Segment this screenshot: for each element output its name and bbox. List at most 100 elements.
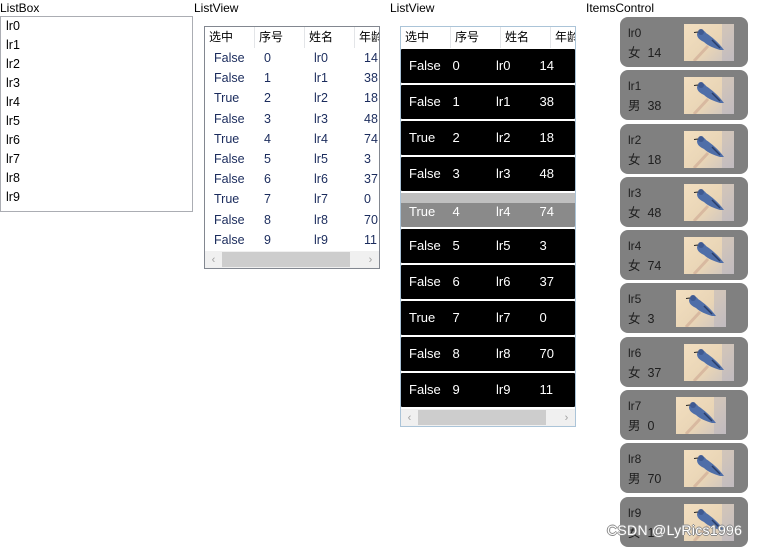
table-row[interactable]: False 0 lr0 14 xyxy=(205,48,379,68)
person-sex-age: 男 70 xyxy=(628,468,661,487)
bird-photo-icon xyxy=(684,183,734,221)
bird-photo-icon xyxy=(684,237,734,275)
cell-age: 48 xyxy=(364,111,378,126)
scroll-left-icon[interactable]: ‹ xyxy=(401,412,418,424)
person-age: 37 xyxy=(647,365,662,380)
scroll-right-icon[interactable]: › xyxy=(362,254,379,266)
scroll-right-icon[interactable]: › xyxy=(558,412,575,424)
table-row[interactable]: False 8 lr8 70 xyxy=(205,210,379,230)
table-row[interactable]: False 1 lr1 38 xyxy=(205,68,379,88)
person-card: lr0 女 14 xyxy=(620,17,748,67)
listbox-item[interactable]: lr7 xyxy=(1,150,192,169)
person-sex: 女 xyxy=(628,46,641,60)
person-name: lr1 xyxy=(628,79,642,94)
listbox-item[interactable]: lr9 xyxy=(1,188,192,207)
person-age: 74 xyxy=(647,259,662,274)
column-header-selected[interactable]: 选中 xyxy=(205,27,255,48)
table-row[interactable]: False 6 lr6 37 xyxy=(205,169,379,189)
person-age: 48 xyxy=(647,205,662,220)
cell-age: 37 xyxy=(364,172,378,187)
table-row[interactable]: True 2 lr2 18 xyxy=(401,121,575,155)
table-row[interactable]: True 4 lr4 74 xyxy=(205,129,379,149)
person-card: lr7 男 0 xyxy=(620,390,748,441)
cell-index: 3 xyxy=(452,166,460,181)
listbox-item[interactable]: lr3 xyxy=(1,74,192,93)
table-row[interactable]: False 6 lr6 37 xyxy=(401,265,575,299)
listview1-label: ListView xyxy=(194,1,239,15)
listbox-item[interactable]: lr0 xyxy=(1,17,192,36)
cell-selected: True xyxy=(409,204,436,219)
cell-name: lr4 xyxy=(314,131,328,146)
table-row[interactable]: False 3 lr3 48 xyxy=(401,157,575,191)
cell-index: 2 xyxy=(264,91,271,106)
cell-selected: True xyxy=(214,131,240,146)
person-sex: 女 xyxy=(628,365,641,380)
listview2-label: ListView xyxy=(390,1,435,15)
table-row[interactable]: True 2 lr2 18 xyxy=(205,88,379,108)
column-header-name[interactable]: 姓名 xyxy=(501,27,551,48)
listview-styled[interactable]: 选中 序号 姓名 年龄 False0lr014False1lr138True2l… xyxy=(400,26,576,427)
cell-name: lr0 xyxy=(314,51,328,65)
listbox-item[interactable]: lr4 xyxy=(1,93,192,112)
listbox-item[interactable]: lr6 xyxy=(1,131,192,150)
person-name: lr4 xyxy=(628,239,642,254)
cell-index: 4 xyxy=(452,204,460,219)
cell-index: 1 xyxy=(264,71,271,86)
cell-selected: False xyxy=(409,166,441,181)
table-row[interactable]: False 5 lr5 3 xyxy=(205,149,379,169)
listbox-item[interactable]: lr5 xyxy=(1,112,192,131)
horizontal-scrollbar[interactable]: ‹ › xyxy=(205,251,379,268)
cell-age: 38 xyxy=(539,94,554,109)
cell-selected: False xyxy=(214,151,245,166)
person-name: lr0 xyxy=(628,26,642,40)
cell-age: 11 xyxy=(539,382,554,397)
cell-age: 14 xyxy=(539,58,554,73)
scrollbar-thumb[interactable] xyxy=(418,410,546,425)
column-header-name[interactable]: 姓名 xyxy=(305,27,355,48)
column-header-age[interactable]: 年龄 xyxy=(355,27,379,48)
column-header-index[interactable]: 序号 xyxy=(255,27,305,48)
person-sex-age: 女 74 xyxy=(628,255,661,274)
table-row[interactable]: False 9 lr9 11 xyxy=(401,373,575,407)
cell-index: 7 xyxy=(452,310,460,325)
listbox-item[interactable]: lr8 xyxy=(1,169,192,188)
table-row[interactable]: False 8 lr8 70 xyxy=(401,337,575,371)
table-row[interactable]: False 3 lr3 48 xyxy=(205,109,379,129)
person-age: 70 xyxy=(647,472,662,487)
table-row[interactable]: False 1 lr1 38 xyxy=(401,85,575,119)
cell-name: lr0 xyxy=(496,58,511,73)
column-header-age[interactable]: 年龄 xyxy=(551,27,575,48)
cell-name: lr4 xyxy=(496,204,511,219)
cell-name: lr7 xyxy=(496,310,511,325)
scrollbar-thumb[interactable] xyxy=(222,252,350,267)
bird-photo-icon xyxy=(684,130,734,168)
itemscontrol-label: ItemsControl xyxy=(586,1,655,15)
column-header-selected[interactable]: 选中 xyxy=(401,27,451,48)
table-row[interactable]: False 5 lr5 3 xyxy=(401,229,575,263)
horizontal-scrollbar[interactable]: ‹ › xyxy=(401,409,575,426)
table-row[interactable]: True 4 lr4 74 xyxy=(401,193,575,227)
cell-age: 3 xyxy=(539,238,547,253)
person-card: lr1 男 38 xyxy=(620,70,748,121)
table-row[interactable]: False 9 lr9 11 xyxy=(205,230,379,250)
cell-index: 9 xyxy=(264,232,271,247)
cell-index: 0 xyxy=(264,51,271,65)
cell-selected: False xyxy=(214,111,245,126)
cell-name: lr1 xyxy=(314,71,328,86)
person-sex: 男 xyxy=(628,99,641,114)
table-row[interactable]: False 0 lr0 14 xyxy=(401,49,575,83)
listbox[interactable]: lr0 lr1 lr2 lr3 lr4 lr5 lr6 lr7 lr8 lr9 xyxy=(0,16,193,212)
listview-plain[interactable]: 选中 序号 姓名 年龄 False0lr014False1lr138True2l… xyxy=(204,26,380,269)
table-row[interactable]: True 7 lr7 0 xyxy=(205,189,379,209)
column-header-index[interactable]: 序号 xyxy=(451,27,501,48)
listbox-item[interactable]: lr2 xyxy=(1,55,192,74)
cell-selected: False xyxy=(409,94,441,109)
table-row[interactable]: True 7 lr7 0 xyxy=(401,301,575,335)
cell-name: lr2 xyxy=(496,130,511,145)
cell-age: 37 xyxy=(539,274,554,289)
person-name: lr7 xyxy=(628,399,642,414)
person-age: 3 xyxy=(647,312,655,327)
cell-name: lr5 xyxy=(314,151,328,166)
listbox-item[interactable]: lr1 xyxy=(1,36,192,55)
scroll-left-icon[interactable]: ‹ xyxy=(205,254,222,266)
